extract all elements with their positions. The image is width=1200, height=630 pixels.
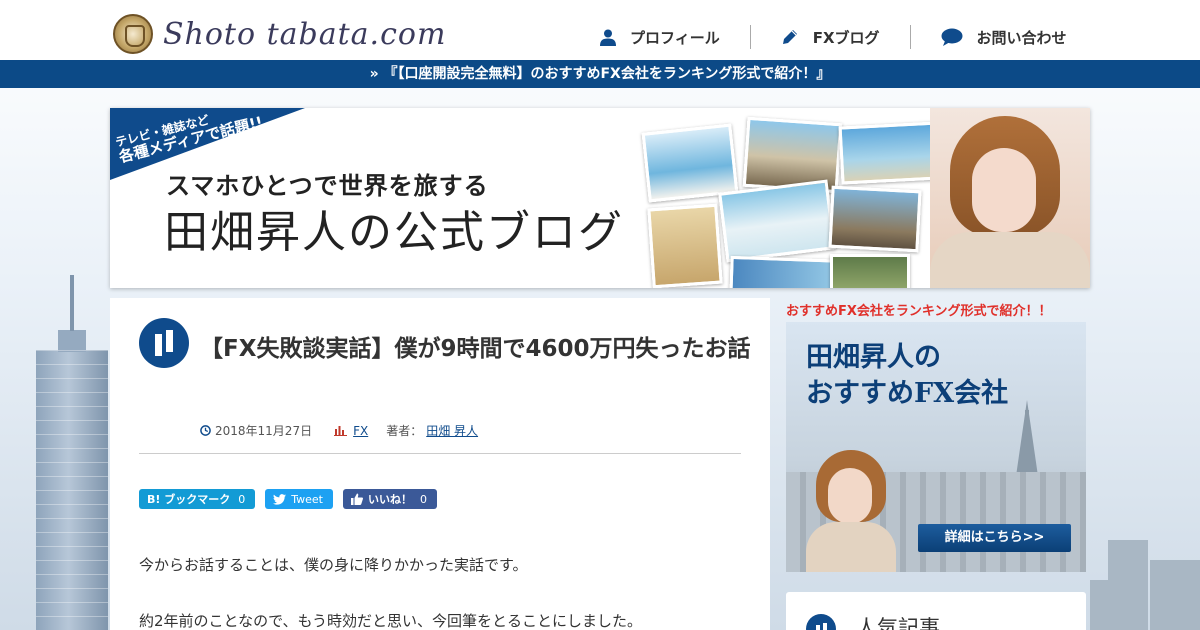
nav-label: FXブログ: [812, 28, 880, 47]
building-illustration: [1090, 580, 1110, 630]
portrait-jacket: [930, 232, 1090, 288]
window-stripe: [36, 518, 108, 519]
category-link[interactable]: FX: [353, 424, 368, 438]
popular-posts-title: 人気記事: [856, 616, 940, 630]
chart-bar: [155, 334, 162, 356]
emblem-icon: [113, 14, 153, 54]
divider: [139, 453, 741, 454]
logo-text: Shoto tabata.com: [163, 16, 447, 52]
details-button[interactable]: 詳細はこちら>>: [918, 524, 1071, 552]
share-buttons: B! ブックマーク 0 Tweet いいね！ 0: [139, 489, 447, 509]
ad-title-line-1: 田畑昇人の: [806, 342, 941, 373]
nav-item-contact[interactable]: お問い合わせ: [909, 25, 1097, 49]
hero-banner: テレビ・雑誌など 各種メディアで話題!! スマホひとつで世界を旅する 田畑昇人の…: [110, 108, 1090, 288]
site-header: Shoto tabata.com プロフィール FXブログ お問い合わせ: [0, 0, 1200, 60]
window-stripe: [36, 364, 108, 365]
bar-chart-icon: [334, 426, 348, 436]
travel-photo: [647, 203, 723, 288]
window-stripe: [36, 420, 108, 421]
nav-label: お問い合わせ: [976, 28, 1067, 47]
window-stripe: [36, 574, 108, 575]
window-stripe: [36, 490, 108, 491]
nav-item-fx-blog[interactable]: FXブログ: [749, 25, 910, 49]
sidebar-heading: おすすめFX会社をランキング形式で紹介！！: [786, 304, 1052, 319]
thumbs-up-icon: [350, 493, 363, 505]
travel-photo: [641, 123, 739, 203]
popular-posts-widget: 人気記事: [786, 592, 1086, 630]
window-stripe: [36, 588, 108, 589]
article-main: 【FX失敗談実話】僕が9時間で4600万円失ったお話 2018年11月27日 F…: [110, 298, 770, 630]
hatena-bookmark-button[interactable]: B! ブックマーク 0: [139, 489, 256, 509]
article-paragraph: 約2年前のことなので、もう時効だと思い、今回筆をとることにしました。: [139, 612, 643, 630]
building-illustration: [1150, 560, 1200, 630]
tweet-button[interactable]: Tweet: [265, 489, 333, 509]
article-meta: 2018年11月27日 FX 著者： 田畑 昇人: [200, 422, 478, 439]
facebook-label: いいね！: [367, 493, 412, 506]
chart-icon: [806, 614, 836, 630]
window-stripe: [36, 448, 108, 449]
portrait-face: [972, 148, 1036, 232]
portrait-face: [828, 468, 872, 524]
chat-bubble-icon: [941, 28, 963, 46]
skyscraper-illustration: [36, 275, 108, 630]
nav-label: プロフィール: [630, 28, 720, 47]
author-portrait: [930, 108, 1090, 288]
window-stripe: [36, 392, 108, 393]
chart-bar: [166, 330, 173, 352]
ad-title: 田畑昇人の おすすめFX会社: [806, 340, 1008, 412]
clock-icon: [200, 425, 211, 436]
window-stripe: [36, 476, 108, 477]
travel-photo: [838, 121, 942, 185]
notice-bar: » 『【口座開設完全無料】のおすすめFX会社をランキング形式で紹介！』: [0, 60, 1200, 88]
ad-title-line-2: おすすめFX会社: [806, 378, 1009, 409]
article-title: 【FX失敗談実話】僕が9時間で4600万円失ったお話: [200, 336, 751, 362]
window-stripe: [36, 434, 108, 435]
post-date: 2018年11月27日: [215, 424, 313, 438]
window-stripe: [36, 406, 108, 407]
notice-link[interactable]: » 『【口座開設完全無料】のおすすめFX会社をランキング形式で紹介！』: [370, 66, 831, 82]
window-stripe: [36, 616, 108, 617]
building-illustration: [1108, 540, 1148, 630]
window-stripe: [36, 532, 108, 533]
travel-photo: [828, 185, 922, 253]
site-logo[interactable]: Shoto tabata.com: [113, 14, 446, 54]
category-chart-icon: [139, 318, 189, 368]
window-stripe: [36, 350, 108, 351]
hero-title: 田畑昇人の公式ブログ: [164, 207, 624, 258]
user-icon: [600, 29, 616, 46]
recommended-fx-ad-banner[interactable]: 田畑昇人の おすすめFX会社 詳細はこちら>>: [786, 322, 1086, 572]
author-label: 著者：: [386, 424, 423, 438]
tweet-label: Tweet: [291, 492, 323, 506]
facebook-like-button[interactable]: いいね！ 0: [342, 489, 437, 509]
window-stripe: [36, 546, 108, 547]
portrait-jacket: [806, 522, 896, 572]
pencil-icon: [782, 30, 797, 44]
facebook-count: 0: [419, 492, 427, 506]
author-link[interactable]: 田畑 昇人: [426, 422, 478, 439]
window-stripe: [36, 560, 108, 561]
travel-photo: [718, 179, 836, 263]
hatena-label: B! ブックマーク: [147, 493, 231, 506]
window-stripe: [36, 504, 108, 505]
twitter-bird-icon: [273, 493, 287, 505]
window-stripe: [36, 602, 108, 603]
author-portrait-small: [806, 450, 896, 572]
main-nav: プロフィール FXブログ お問い合わせ: [570, 22, 1097, 52]
travel-photo-collage: [640, 108, 1090, 288]
hatena-count: 0: [238, 492, 246, 506]
article-paragraph: 今からお話することは、僕の身に降りかかった実話です。: [139, 556, 528, 574]
window-stripe: [36, 462, 108, 463]
window-stripe: [36, 378, 108, 379]
travel-photo: [830, 254, 910, 288]
nav-item-profile[interactable]: プロフィール: [570, 25, 750, 49]
